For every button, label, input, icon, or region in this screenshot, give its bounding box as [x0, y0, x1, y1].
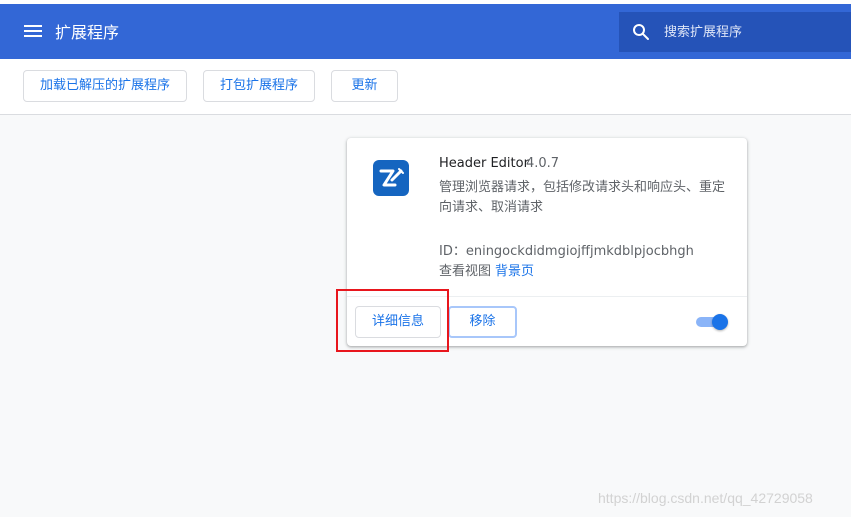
menu-icon[interactable]: [24, 24, 42, 38]
page-title: 扩展程序: [55, 23, 120, 42]
extension-id: ID：eningockdidmgiojffjmkdblpjocbhgh: [439, 244, 694, 259]
watermark: https://blog.csdn.net/qq_42729058: [598, 490, 813, 506]
toolbar: 加载已解压的扩展程序 打包扩展程序 更新: [0, 59, 851, 115]
load-unpacked-button[interactable]: 加载已解压的扩展程序: [23, 70, 187, 102]
app-header: 扩展程序: [0, 4, 851, 59]
search-input[interactable]: [664, 20, 844, 44]
menu-icon-bar: [24, 35, 42, 37]
extension-description: 管理浏览器请求，包括修改请求头和响应头、重定向请求、取消请求: [439, 180, 726, 215]
enable-toggle[interactable]: [696, 314, 728, 330]
inspect-views-label: 查看视图: [439, 264, 492, 279]
background-page-link[interactable]: 背景页: [495, 264, 534, 279]
search-icon: [633, 24, 649, 40]
remove-button[interactable]: 移除: [448, 306, 517, 338]
header-editor-icon: [373, 160, 409, 196]
inspect-views: 查看视图 背景页: [439, 263, 534, 281]
extension-version: 4.0.7: [526, 156, 560, 171]
extension-name: Header Editor: [439, 156, 529, 171]
pack-extension-button[interactable]: 打包扩展程序: [203, 70, 315, 102]
toggle-knob: [712, 314, 728, 330]
menu-icon-bar: [24, 30, 42, 32]
search-box[interactable]: [619, 12, 851, 52]
highlight-box: [336, 289, 449, 352]
menu-icon-bar: [24, 25, 42, 27]
update-button[interactable]: 更新: [331, 70, 398, 102]
